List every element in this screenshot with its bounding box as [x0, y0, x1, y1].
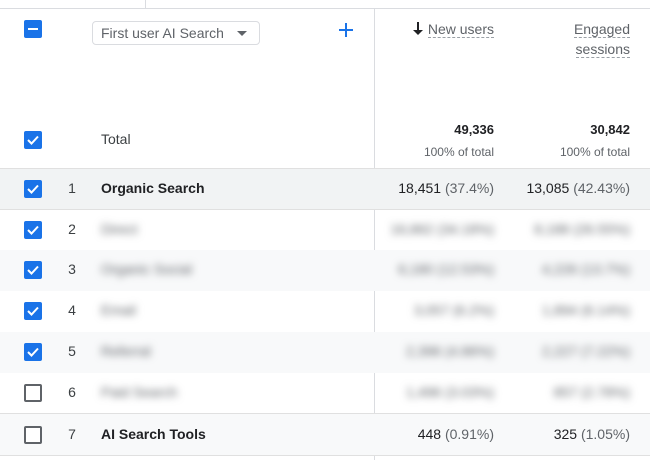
row-new-users-pct: (37.4%) — [444, 180, 494, 196]
row-checkbox[interactable] — [24, 180, 42, 198]
row-engaged-value: 13,085 — [526, 180, 570, 196]
row-engaged-pct: (42.43%) — [573, 180, 630, 196]
table-row[interactable]: 7 AI Search Tools 448 (0.91%) 325 (1.05%… — [0, 414, 650, 455]
row-new-users: 3,057 (6.2%) — [380, 302, 494, 318]
row-number: 5 — [68, 343, 76, 359]
table-row[interactable]: 3 Organic Social 6,180 (12.53%) 4,226 (1… — [0, 250, 650, 291]
row-engaged: 13,085 (42.43%) — [510, 180, 630, 196]
row-new-users-value: 3,057 — [413, 302, 449, 318]
total-label: Total — [101, 131, 131, 147]
row-new-users: 448 (0.91%) — [380, 426, 494, 442]
check-icon — [27, 225, 39, 235]
row-name[interactable]: Organic Social — [101, 261, 192, 277]
row-new-users-value: 448 — [417, 426, 442, 442]
row-name[interactable]: Email — [101, 302, 136, 318]
row-engaged: 857 (2.78%) — [510, 384, 630, 400]
total-engaged: 30,842 — [590, 122, 630, 137]
row-name[interactable]: Organic Search — [101, 180, 205, 196]
row-engaged-pct: (13.7%) — [580, 261, 630, 277]
row-name[interactable]: Direct — [101, 221, 138, 237]
check-icon — [27, 265, 39, 275]
row-name[interactable]: Referral — [101, 343, 151, 359]
row-checkbox[interactable] — [24, 302, 42, 320]
row-engaged-pct: (7.22%) — [580, 343, 630, 359]
dimension-selector-value: First user AI Search — [101, 25, 224, 41]
row-engaged-value: 4,226 — [542, 261, 578, 277]
row-number: 3 — [68, 261, 76, 277]
row-new-users-pct: (3.03%) — [444, 384, 494, 400]
row-engaged-value: 325 — [553, 426, 578, 442]
row-new-users-pct: (34.18%) — [437, 221, 494, 237]
row-new-users-value: 1,496 — [406, 384, 442, 400]
row-new-users: 6,180 (12.53%) — [380, 261, 494, 277]
row-new-users-value: 6,180 — [398, 261, 434, 277]
caret-down-icon — [237, 31, 247, 36]
row-engaged: 4,226 (13.7%) — [510, 261, 630, 277]
row-new-users-pct: (12.53%) — [437, 261, 494, 277]
row-engaged-value: 857 — [553, 384, 578, 400]
dimension-selector[interactable]: First user AI Search — [92, 21, 260, 45]
row-checkbox[interactable] — [24, 426, 42, 444]
header-engaged-line2: sessions — [575, 41, 630, 58]
table-row[interactable]: 1 Organic Search 18,451 (37.4%) 13,085 (… — [0, 169, 650, 210]
row-new-users: 2,396 (4.86%) — [380, 343, 494, 359]
row-new-users: 16,862 (34.18%) — [380, 221, 494, 237]
arrow-down-icon — [412, 22, 423, 35]
row-number: 1 — [68, 180, 76, 196]
header-engaged-sessions[interactable]: Engaged sessions — [520, 19, 630, 59]
header-new-users[interactable]: New users — [390, 19, 494, 39]
total-new-users: 49,336 — [454, 122, 494, 137]
row-new-users-value: 18,451 — [398, 180, 442, 196]
check-icon — [27, 347, 39, 357]
row-engaged-pct: (6.14%) — [580, 302, 630, 318]
row-new-users-pct: (4.86%) — [444, 343, 494, 359]
row-number: 7 — [68, 426, 76, 442]
row-engaged: 8,188 (26.55%) — [510, 221, 630, 237]
row-divider — [0, 455, 650, 456]
row-name[interactable]: AI Search Tools — [101, 426, 206, 442]
row-engaged-pct: (2.78%) — [580, 384, 630, 400]
column-divider-top — [145, 0, 146, 8]
row-engaged: 1,894 (6.14%) — [510, 302, 630, 318]
row-checkbox[interactable] — [24, 384, 42, 402]
row-engaged: 2,227 (7.22%) — [510, 343, 630, 359]
total-new-users-pct: 100% of total — [423, 145, 494, 159]
row-engaged-pct: (1.05%) — [580, 426, 630, 442]
row-engaged-value: 8,188 — [534, 221, 570, 237]
table-row[interactable]: 5 Referral 2,396 (4.86%) 2,227 (7.22%) — [0, 332, 650, 373]
row-new-users-pct: (0.91%) — [444, 426, 494, 442]
check-icon — [27, 184, 39, 194]
row-checkbox[interactable] — [24, 343, 42, 361]
row-number: 4 — [68, 302, 76, 318]
table-row[interactable]: 4 Email 3,057 (6.2%) 1,894 (6.14%) — [0, 291, 650, 332]
header-top-border — [0, 8, 650, 9]
table-row[interactable]: 6 Paid Search 1,496 (3.03%) 857 (2.78%) — [0, 373, 650, 414]
row-new-users: 1,496 (3.03%) — [380, 384, 494, 400]
header-new-users-label: New users — [427, 21, 494, 38]
row-new-users-pct: (6.2%) — [452, 302, 494, 318]
add-dimension-icon[interactable] — [338, 22, 354, 38]
check-icon — [27, 135, 39, 145]
row-checkbox[interactable] — [24, 221, 42, 239]
row-engaged: 325 (1.05%) — [510, 426, 630, 442]
row-new-users: 18,451 (37.4%) — [380, 180, 494, 196]
row-engaged-value: 2,227 — [542, 343, 578, 359]
row-new-users-value: 16,862 — [390, 221, 434, 237]
row-name[interactable]: Paid Search — [101, 384, 177, 400]
check-icon — [27, 306, 39, 316]
header-engaged-line1: Engaged — [573, 21, 630, 38]
total-engaged-pct: 100% of total — [559, 145, 630, 159]
total-checkbox[interactable] — [24, 131, 42, 149]
row-engaged-value: 1,894 — [542, 302, 578, 318]
row-engaged-pct: (26.55%) — [573, 221, 630, 237]
minus-icon — [28, 28, 38, 30]
table-row[interactable]: 2 Direct 16,862 (34.18%) 8,188 (26.55%) — [0, 210, 650, 251]
row-new-users-value: 2,396 — [406, 343, 442, 359]
row-number: 2 — [68, 221, 76, 237]
row-checkbox[interactable] — [24, 261, 42, 279]
row-number: 6 — [68, 384, 76, 400]
select-all-checkbox[interactable] — [24, 20, 42, 38]
